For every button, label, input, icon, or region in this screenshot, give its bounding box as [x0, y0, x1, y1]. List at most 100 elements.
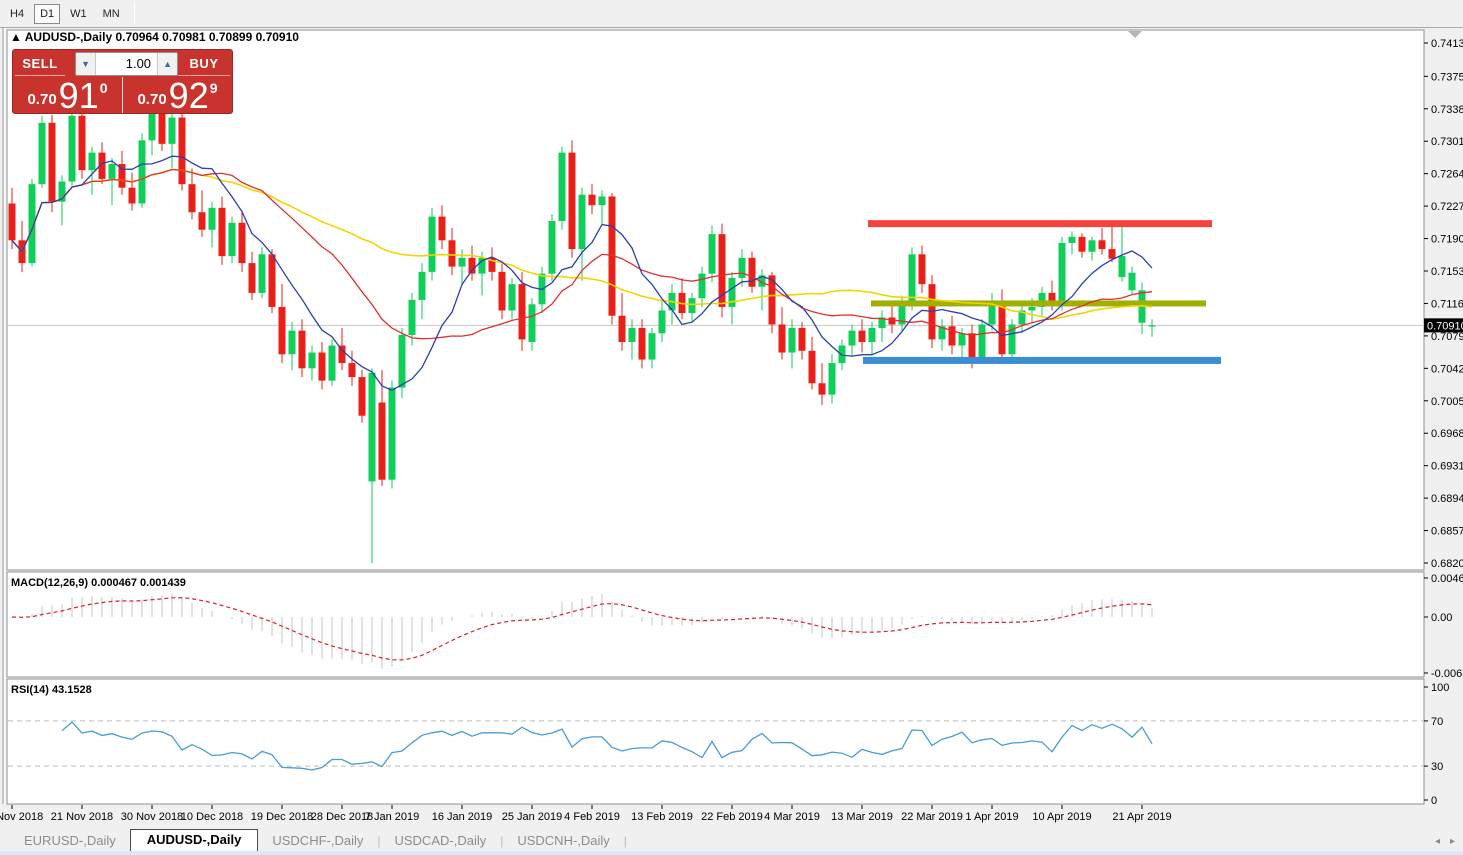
mt4-window: H4D1W1MN 0.741300.737500.733800.730100.7… [0, 0, 1463, 855]
candle-body [958, 333, 966, 346]
candle-body [1068, 236, 1076, 243]
candle-body [368, 372, 376, 482]
sell-button[interactable]: SELL [15, 51, 66, 76]
price-axis-label: 0.69680 [1431, 428, 1463, 440]
candle-body [1098, 240, 1106, 250]
price-axis-label: 0.68570 [1431, 526, 1463, 538]
candle-body [308, 352, 316, 369]
candle-body [388, 387, 396, 480]
candle-body [888, 317, 896, 325]
candle-body [1078, 236, 1086, 252]
tab-usdcad[interactable]: USDCAD-,Daily [380, 831, 500, 851]
candle-body [208, 207, 216, 230]
buy-price-pipette: 9 [209, 80, 218, 96]
level-resistance[interactable] [868, 220, 1212, 228]
candle-body [828, 363, 836, 395]
rsi-axis-label: 100 [1431, 682, 1449, 694]
timeframe-button-d1[interactable]: D1 [34, 3, 61, 24]
macd-axis-label: -0.00639 [1431, 668, 1463, 680]
timeframe-toolbar: H4 D1 W1 MN [0, 0, 1463, 28]
candle-body [648, 333, 656, 360]
trade-panel-row-prices: 0.70 91 0 0.70 92 9 [13, 74, 232, 114]
candle-body [258, 254, 266, 293]
candle-body [78, 115, 86, 171]
candle-body [158, 114, 166, 144]
macd-pane [6, 571, 1425, 678]
current-price-tag-label: 0.70910 [1427, 320, 1463, 332]
candle-body [568, 152, 576, 250]
candle-body [748, 257, 756, 287]
candle-body [858, 330, 866, 343]
chart-tabs: EURUSD-,Daily AUDUSD-,Daily USDCHF-,Daily |… [10, 829, 627, 851]
candle-body [8, 203, 16, 241]
date-axis-label: 21 Apr 2019 [1112, 811, 1171, 823]
level-support[interactable] [863, 356, 1221, 364]
candle-body [778, 324, 786, 353]
trade-panel-row-top: SELL ▼ 1.00 ▲ BUY [13, 50, 232, 77]
timeframe-button-mn[interactable]: MN [97, 4, 126, 24]
chart-canvas[interactable]: 0.74130 0.73750 0.73380 0.73010 0.72640 0.722… [0, 28, 1463, 829]
candle-body [528, 304, 536, 343]
rsi-axis-label: 30 [1431, 761, 1443, 773]
buy-price-button[interactable]: 0.70 92 9 [123, 74, 232, 114]
date-axis-label: 21 Nov 2018 [51, 811, 113, 823]
candle-body [588, 194, 596, 206]
rsi-pane [6, 678, 1425, 805]
level-mid-pivot[interactable] [871, 300, 1206, 307]
volume-input[interactable]: 1.00 [96, 53, 157, 75]
candle-body [88, 152, 96, 171]
timeframe-buttons: H4 D1 W1 MN [0, 3, 126, 24]
date-axis-label: 30 Nov 2018 [121, 811, 183, 823]
candle-body [808, 350, 816, 384]
candle-body [188, 184, 196, 213]
candle-body [328, 345, 336, 381]
tab-scroll-left-icon[interactable]: ◂ [1435, 836, 1440, 847]
candle-body [1108, 249, 1116, 259]
volume-increase-button[interactable]: ▲ [157, 52, 178, 75]
rsi-axis-label: 70 [1431, 716, 1443, 728]
candle-body [818, 383, 826, 395]
candle-body [628, 327, 636, 343]
chart-title: ▲ AUDUSD-,Daily 0.70964 0.70981 0.70899 … [10, 30, 299, 44]
candle-body [128, 187, 136, 204]
candle-body [918, 254, 926, 285]
candle-body [708, 234, 716, 274]
candle-body [38, 122, 46, 185]
macd-indicator-label: MACD(12,26,9) 0.000467 0.001439 [11, 577, 186, 589]
buy-price-big-digits: 92 [168, 74, 209, 114]
tab-scroll-right-icon[interactable]: ▸ [1450, 836, 1455, 847]
tab-usdchf[interactable]: USDCHF-,Daily [258, 831, 377, 851]
candle-body [448, 240, 456, 267]
rsi-indicator-label: RSI(14) 43.1528 [11, 684, 92, 696]
date-axis-label: 13 Mar 2019 [831, 811, 893, 823]
price-axis-label: 0.73010 [1431, 136, 1463, 148]
price-axis-label: 0.70420 [1431, 363, 1463, 375]
candle-body [688, 298, 696, 314]
candle-body [618, 315, 626, 343]
tab-eurusd[interactable]: EURUSD-,Daily [10, 831, 130, 851]
timeframe-button-h4[interactable]: H4 [4, 4, 30, 24]
candle-body [318, 352, 326, 381]
candle-body [498, 271, 506, 311]
candle-body [338, 345, 346, 364]
candle-body [738, 257, 746, 279]
candle-body [788, 327, 796, 353]
candle-body [148, 114, 156, 141]
timeframe-button-w1[interactable]: W1 [64, 4, 93, 24]
price-axis-label: 0.73750 [1431, 71, 1463, 83]
candle-body [168, 117, 176, 144]
candle-body [358, 377, 366, 416]
candle-body [658, 310, 666, 334]
candle-body [978, 324, 986, 360]
candle-body [558, 152, 566, 222]
candle-body [268, 254, 276, 307]
buy-button[interactable]: BUY [178, 51, 230, 76]
date-axis-label: 25 Jan 2019 [502, 811, 563, 823]
candle-body [178, 117, 186, 185]
volume-decrease-button[interactable]: ▼ [76, 52, 97, 75]
tab-audusd[interactable]: AUDUSD-,Daily [129, 829, 259, 851]
candle-body [578, 194, 586, 250]
macd-axis-label: 0.00 [1431, 612, 1452, 624]
sell-price-button[interactable]: 0.70 91 0 [13, 77, 123, 113]
tab-usdcnh[interactable]: USDCNH-,Daily [503, 831, 623, 851]
